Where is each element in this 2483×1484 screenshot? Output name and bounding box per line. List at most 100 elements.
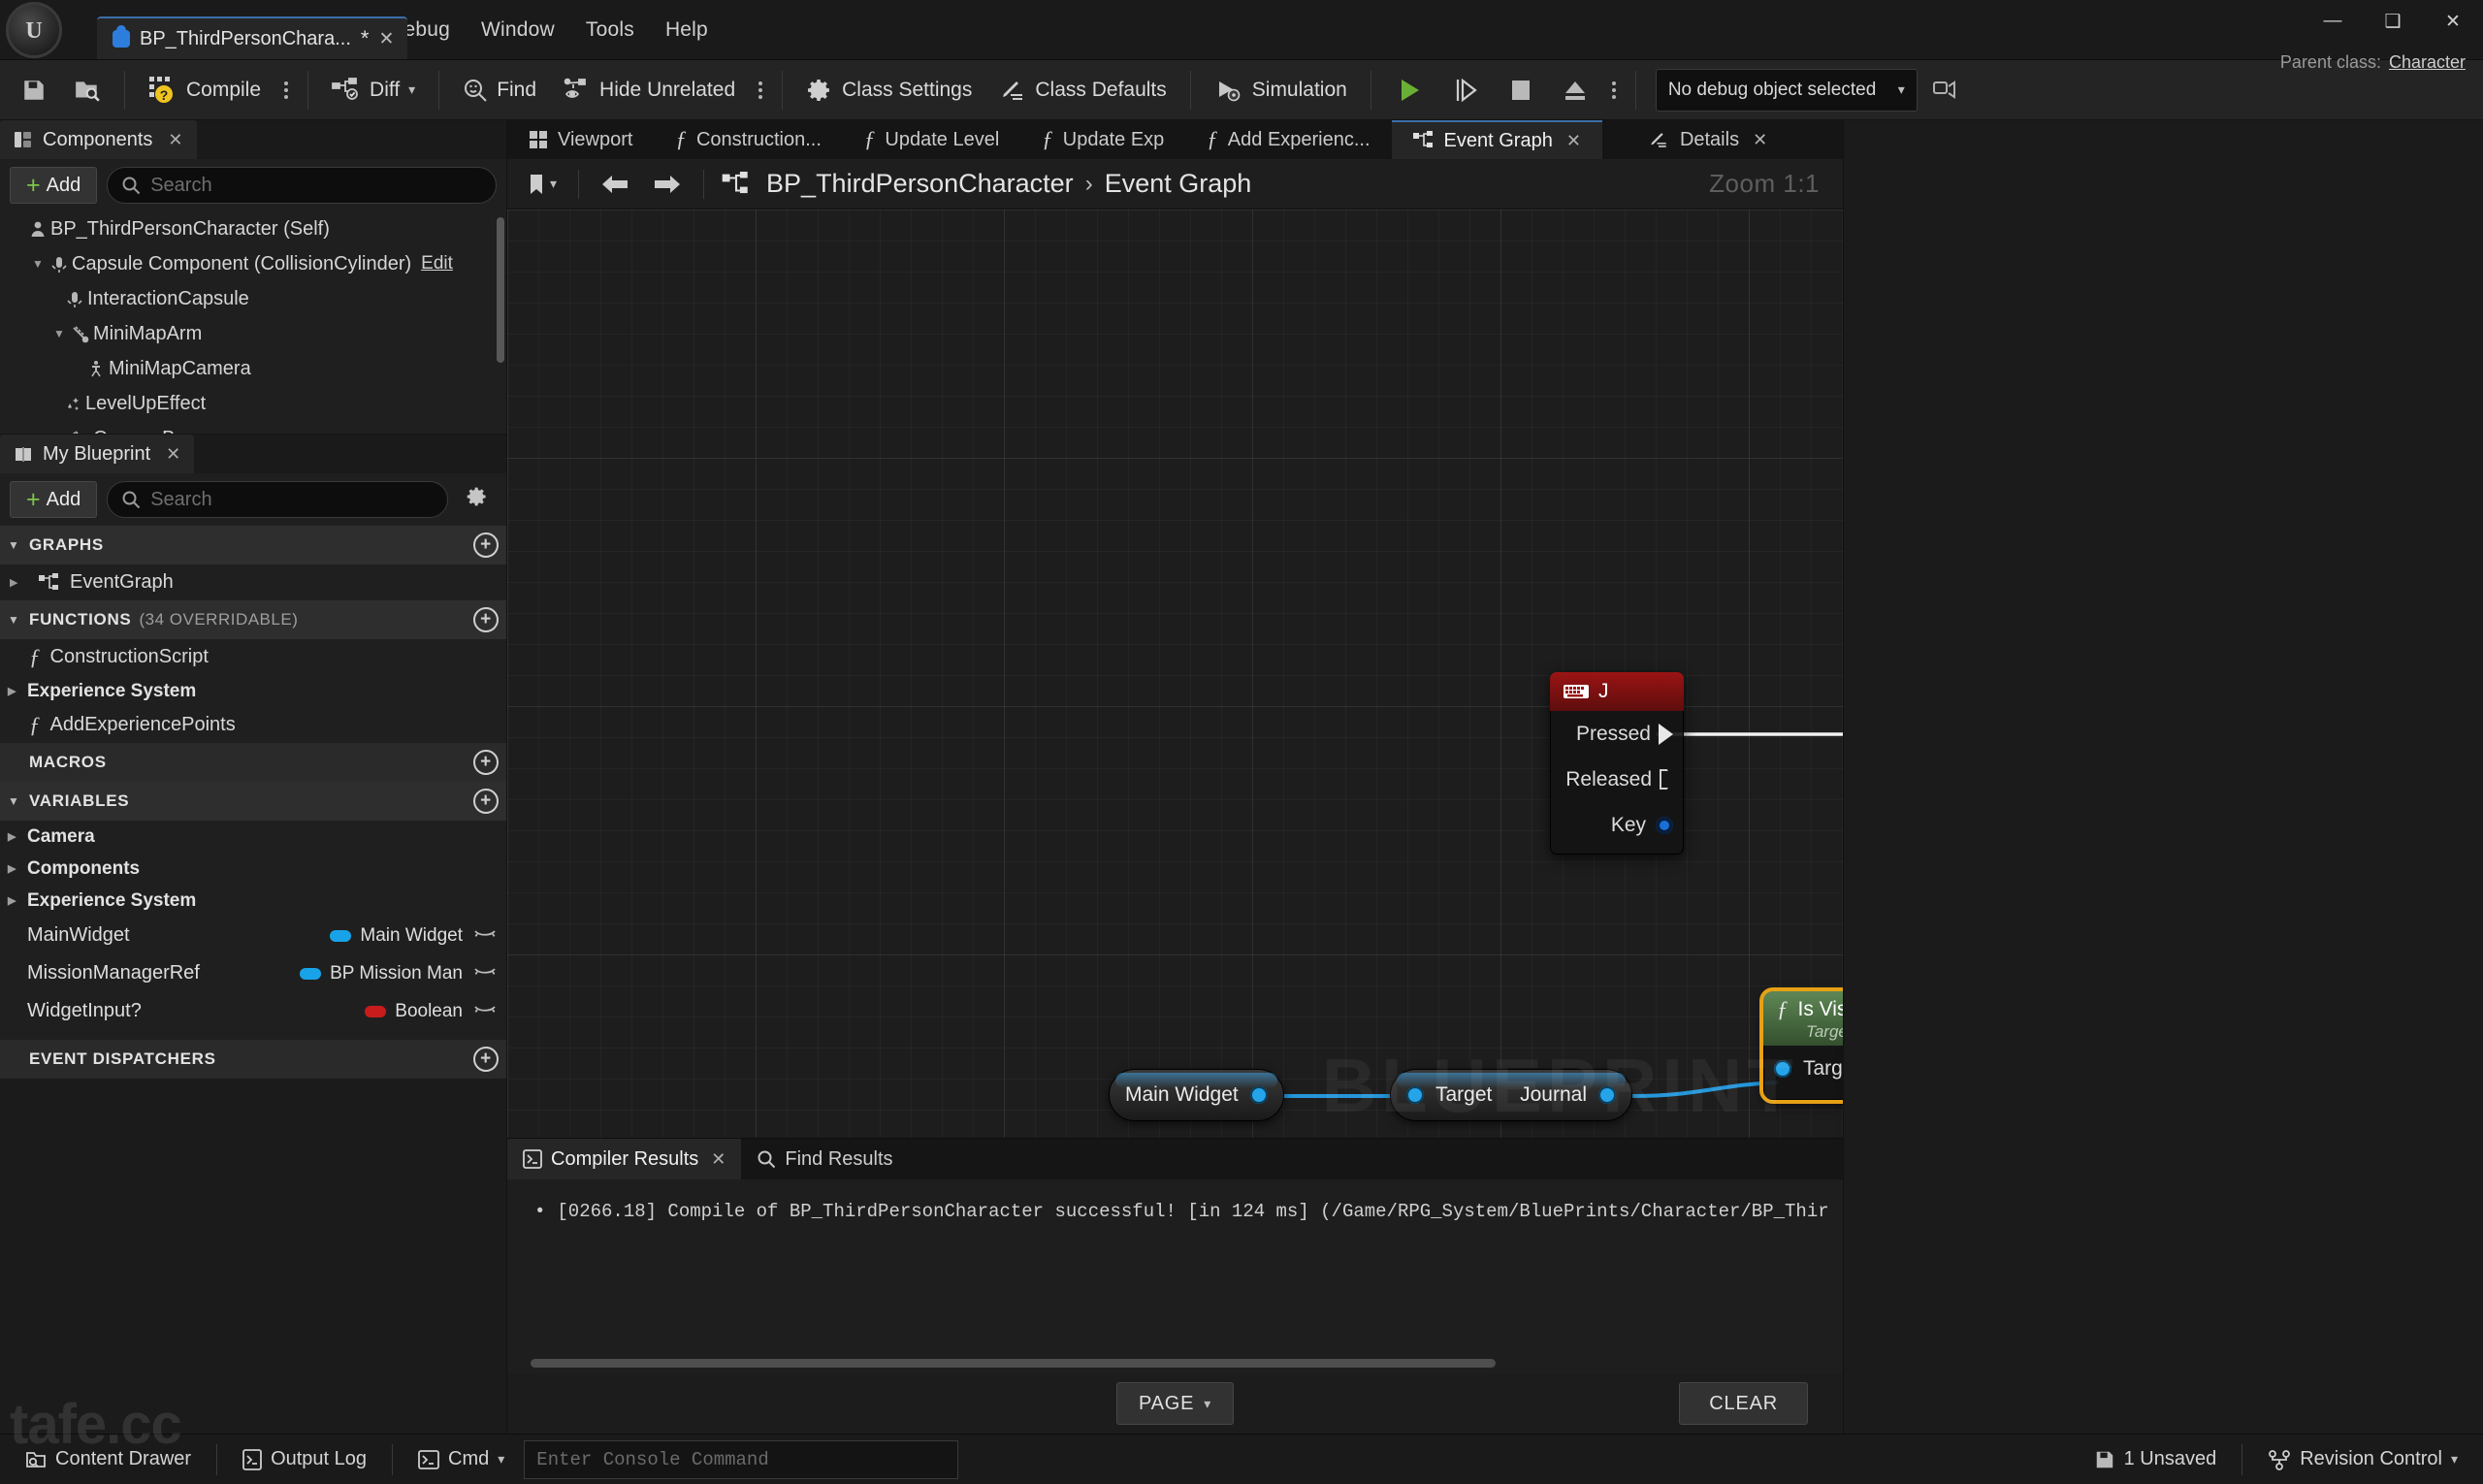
closed-eye-icon[interactable] (471, 925, 499, 946)
expand-arrow[interactable]: ▼ (50, 327, 68, 340)
exec-pin-out-hollow[interactable] (1660, 769, 1673, 790)
closed-eye-icon[interactable] (471, 963, 499, 984)
variable-category-components[interactable]: ▶ Components (0, 853, 506, 885)
tab-event-graph[interactable]: Event Graph ✕ (1391, 120, 1602, 159)
variable-row-missionmanagerref[interactable]: MissionManagerRef BP Mission Man (0, 954, 506, 992)
browse-button[interactable] (60, 65, 114, 115)
tab-update-level[interactable]: ƒ Update Level (843, 120, 1020, 159)
tab-compiler-results[interactable]: Compiler Results ✕ (507, 1139, 742, 1179)
node-get-journal[interactable]: Target Journal (1390, 1069, 1632, 1121)
menu-help[interactable]: Help (650, 13, 724, 48)
components-add-button[interactable]: + Add (10, 167, 98, 204)
variable-category-camera[interactable]: ▶ Camera (0, 821, 506, 853)
document-tab-close-icon[interactable]: ✕ (378, 28, 394, 50)
bookmark-button[interactable]: ▾ (517, 169, 566, 200)
my-blueprint-add-button[interactable]: + Add (10, 481, 98, 518)
add-graph-button[interactable]: + (473, 532, 499, 558)
event-graph-tab-close-icon[interactable]: ✕ (1566, 131, 1581, 151)
function-item-addexperiencepoints[interactable]: ƒ AddExperiencePoints (0, 707, 506, 743)
navigate-back-button[interactable] (591, 169, 639, 200)
compile-options-button[interactable] (274, 81, 298, 99)
tab-my-blueprint[interactable]: My Blueprint ✕ (0, 435, 195, 473)
section-functions[interactable]: ▼ FUNCTIONS (34 OVERRIDABLE) + (0, 600, 506, 639)
exec-pin-out-filled[interactable] (1659, 723, 1673, 745)
node-get-main-widget[interactable]: Main Widget (1109, 1069, 1284, 1121)
add-macro-button[interactable]: + (473, 750, 499, 775)
breadcrumb-leaf[interactable]: Event Graph (1105, 169, 1252, 199)
function-item-constructionscript[interactable]: ƒ ConstructionScript (0, 639, 506, 675)
component-row-capsule[interactable]: ▼ Capsule Component (CollisionCylinder) … (0, 246, 506, 281)
data-pin-out[interactable] (1249, 1086, 1268, 1104)
output-log-button[interactable]: Output Log (229, 1439, 380, 1480)
menu-tools[interactable]: Tools (570, 13, 650, 48)
find-button[interactable]: Find (449, 65, 550, 115)
node-pin-pressed[interactable]: Pressed (1551, 711, 1683, 757)
cmd-mode-button[interactable]: Cmd ▾ (404, 1439, 518, 1480)
closed-eye-icon[interactable] (471, 1001, 499, 1021)
breadcrumb-root[interactable]: BP_ThirdPersonCharacter (766, 169, 1074, 199)
data-pin-key[interactable] (1656, 816, 1673, 834)
expand-arrow[interactable]: ▶ (8, 894, 27, 907)
compiler-results-horizontal-scrollbar[interactable] (531, 1359, 1496, 1368)
node-pin-key[interactable]: Key (1551, 802, 1683, 848)
add-event-dispatcher-button[interactable]: + (473, 1047, 499, 1072)
console-command-input[interactable] (536, 1448, 947, 1470)
unsaved-indicator-button[interactable]: 1 Unsaved (2080, 1439, 2231, 1480)
debug-object-select[interactable]: No debug object selected ▾ (1655, 68, 1918, 112)
expand-arrow[interactable]: ▼ (29, 257, 47, 271)
tab-components[interactable]: Components ✕ (0, 120, 197, 159)
function-category-experience-system[interactable]: ▶ Experience System (0, 675, 506, 707)
components-search-input[interactable] (150, 174, 482, 197)
window-close-button[interactable]: ✕ (2423, 0, 2483, 43)
parent-class-value[interactable]: Character (2389, 52, 2466, 73)
class-defaults-button[interactable]: Class Defaults (985, 65, 1179, 115)
menu-window[interactable]: Window (466, 13, 570, 48)
simulation-button[interactable]: Simulation (1201, 65, 1361, 115)
step-button[interactable] (1437, 65, 1494, 115)
node-pin-released[interactable]: Released (1551, 757, 1683, 802)
add-function-button[interactable]: + (473, 607, 499, 632)
expand-arrow[interactable]: ▶ (10, 576, 29, 589)
my-blueprint-search-box[interactable] (107, 481, 448, 518)
save-button[interactable] (8, 65, 60, 115)
eject-button[interactable] (1548, 65, 1602, 115)
stop-button[interactable] (1494, 65, 1548, 115)
components-search-box[interactable] (107, 167, 497, 204)
data-pin-target[interactable] (1774, 1059, 1791, 1078)
collapse-arrow-icon[interactable]: ▼ (8, 538, 29, 552)
collapse-arrow-icon[interactable]: ▼ (8, 794, 29, 808)
variable-row-mainwidget[interactable]: MainWidget Main Widget (0, 917, 506, 954)
collapse-arrow-icon[interactable]: ▼ (8, 613, 29, 627)
components-scrollbar[interactable] (497, 217, 504, 363)
window-maximize-button[interactable]: ❑ (2363, 0, 2423, 43)
compiler-log-line[interactable]: • [0266.18] Compile of BP_ThirdPersonCha… (534, 1201, 1829, 1222)
my-blueprint-tab-close-icon[interactable]: ✕ (166, 444, 180, 465)
expand-arrow[interactable]: ▶ (8, 685, 27, 697)
hide-unrelated-options-button[interactable] (749, 81, 772, 99)
details-tab-close-icon[interactable]: ✕ (1753, 130, 1767, 150)
component-row-interactioncapsule[interactable]: InteractionCapsule (0, 281, 506, 316)
components-tab-close-icon[interactable]: ✕ (168, 130, 182, 150)
section-variables[interactable]: ▼ VARIABLES + (0, 782, 506, 821)
details-panel-body[interactable] (1844, 120, 2483, 1434)
data-pin-out-journal[interactable] (1598, 1086, 1616, 1104)
component-row-self[interactable]: BP_ThirdPersonCharacter (Self) (0, 211, 506, 246)
play-button[interactable] (1381, 65, 1437, 115)
variable-row-widgetinput[interactable]: WidgetInput? Boolean (0, 992, 506, 1030)
compile-button[interactable]: ? Compile (135, 65, 274, 115)
section-macros[interactable]: MACROS + (0, 743, 506, 782)
component-row-minimapcamera[interactable]: MiniMapCamera (0, 351, 506, 386)
page-button[interactable]: PAGE ▾ (1115, 1382, 1235, 1425)
clear-button[interactable]: CLEAR (1679, 1382, 1808, 1425)
component-edit-link[interactable]: Edit (421, 253, 453, 274)
debug-filter-button[interactable] (1918, 65, 1972, 115)
revision-control-button[interactable]: Revision Control ▾ (2254, 1439, 2471, 1480)
content-drawer-button[interactable]: Content Drawer (12, 1439, 205, 1480)
event-graph-canvas[interactable]: J Pressed Released Key Main Widget Targe… (507, 210, 1843, 1138)
expand-arrow[interactable]: ▶ (8, 830, 27, 843)
expand-arrow[interactable]: ▼ (50, 432, 68, 434)
compiler-results-tab-close-icon[interactable]: ✕ (711, 1149, 726, 1170)
component-row-levelupeffect[interactable]: LevelUpEffect (0, 386, 506, 421)
node-is-visible[interactable]: ƒ Is Visible Target is Widget Target (1759, 987, 1843, 1104)
hide-unrelated-button[interactable]: Hide Unrelated (550, 65, 749, 115)
